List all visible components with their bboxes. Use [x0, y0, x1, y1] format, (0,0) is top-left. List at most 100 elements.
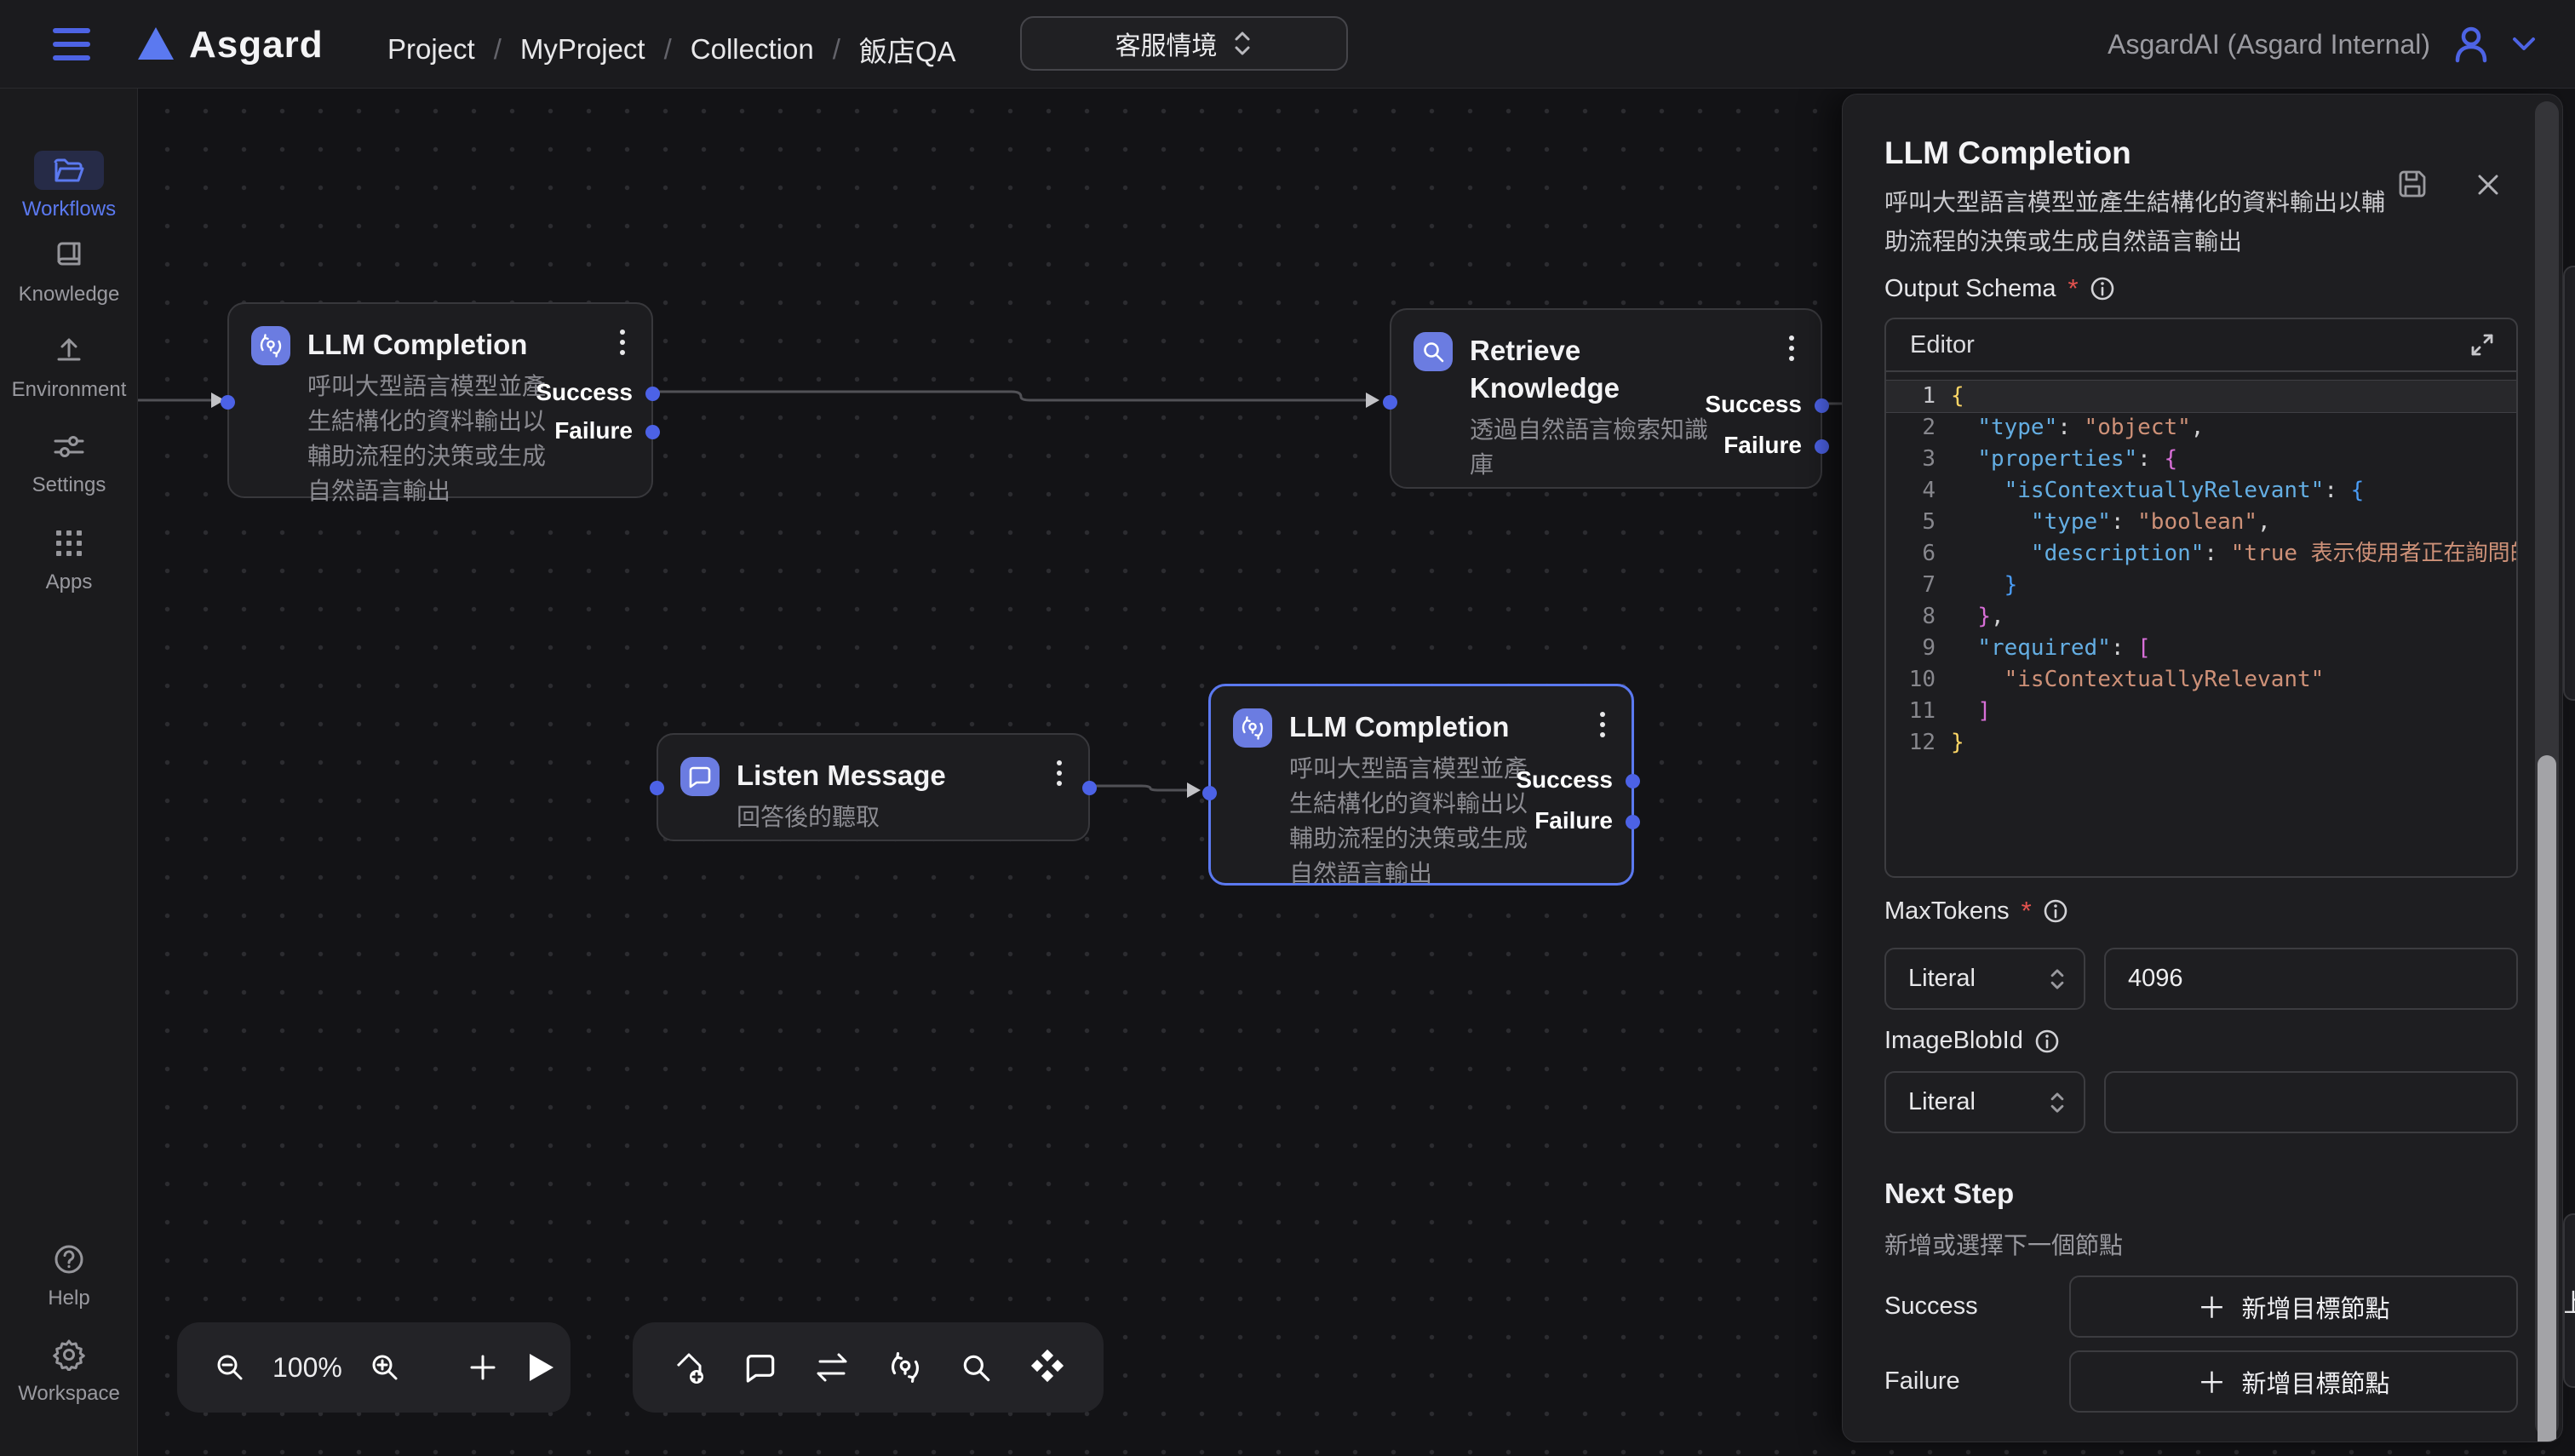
code-line[interactable]: 12}: [1886, 727, 2516, 759]
max-tokens-input[interactable]: [2104, 948, 2518, 1010]
output-label-failure: Failure: [1534, 807, 1613, 834]
code-line[interactable]: 9 "required": [: [1886, 633, 2516, 664]
sidebar-item-workspace[interactable]: Workspace: [0, 1335, 138, 1406]
left-sidebar: Workflows Knowledge Environment Settings…: [0, 89, 138, 1456]
editor-label: Editor: [1910, 331, 2469, 359]
schema-editor[interactable]: Editor 1{2 "type": "object",3 "propertie…: [1884, 318, 2518, 878]
node-description: 透過自然語言檢索知識庫: [1470, 412, 1725, 482]
sidebar-item-workflows[interactable]: Workflows: [0, 151, 138, 221]
input-port[interactable]: [1202, 786, 1217, 800]
node-retrieve-knowledge[interactable]: Retrieve Knowledge 透過自然語言檢索知識庫 Success F…: [1390, 308, 1822, 489]
integrations-node-icon[interactable]: [1029, 1349, 1066, 1386]
output-label-failure: Failure: [554, 417, 633, 444]
zoom-in-icon[interactable]: [368, 1350, 402, 1384]
image-blob-mode-select[interactable]: Literal: [1884, 1071, 2085, 1133]
code-line[interactable]: 4 "isContextuallyRelevant": {: [1886, 475, 2516, 507]
image-blob-id-label: ImageBlobId: [1884, 1027, 2061, 1055]
message-node-icon[interactable]: [743, 1350, 777, 1384]
retrieve-node-icon[interactable]: [959, 1350, 993, 1384]
node-llm-completion-2-selected[interactable]: LLM Completion 呼叫大型語言模型並產生結構化的資料輸出以輔助流程的…: [1208, 684, 1634, 886]
code-line[interactable]: 6 "description": "true 表示使用者正在詢問的: [1886, 538, 2516, 570]
hamburger-menu-icon[interactable]: [53, 28, 90, 60]
output-port[interactable]: [1082, 781, 1097, 795]
zoom-out-icon[interactable]: [213, 1350, 247, 1384]
code-line[interactable]: 8 },: [1886, 601, 2516, 633]
info-icon[interactable]: [2042, 897, 2069, 925]
breadcrumb-myproject[interactable]: MyProject: [520, 33, 645, 66]
output-port-failure[interactable]: [645, 425, 660, 439]
environment-selector[interactable]: 客服情境: [1020, 16, 1348, 71]
node-llm-completion-1[interactable]: LLM Completion 呼叫大型語言模型並產生結構化的資料輸出以輔助流程的…: [227, 302, 653, 498]
output-port-success[interactable]: [1626, 774, 1640, 788]
folder-icon: [53, 156, 85, 185]
input-port[interactable]: [221, 395, 235, 410]
output-label-success: Success: [1705, 391, 1802, 418]
info-icon[interactable]: [2089, 275, 2116, 302]
plus-icon: ＋: [2197, 1360, 2226, 1402]
code-area[interactable]: 1{2 "type": "object",3 "properties": {4 …: [1886, 372, 2516, 878]
breadcrumb-project[interactable]: Project: [387, 33, 475, 66]
code-line[interactable]: 3 "properties": {: [1886, 444, 2516, 475]
add-start-node-icon[interactable]: [670, 1349, 708, 1386]
user-icon: [2452, 25, 2490, 64]
sidebar-item-environment[interactable]: Environment: [0, 331, 138, 402]
llm-icon: [257, 332, 284, 359]
code-line[interactable]: 10 "isContextuallyRelevant": [1886, 664, 2516, 696]
run-workflow-icon[interactable]: [525, 1350, 555, 1384]
node-menu-icon[interactable]: [1788, 335, 1795, 361]
sidebar-item-knowledge[interactable]: Knowledge: [0, 236, 138, 307]
edge-llm1-to-retrieve: [653, 392, 1366, 400]
input-port[interactable]: [1383, 395, 1397, 410]
output-port-success[interactable]: [645, 387, 660, 401]
next-step-success-label: Success: [1884, 1293, 1978, 1321]
code-line[interactable]: 7 }: [1886, 570, 2516, 601]
sidebar-item-help[interactable]: Help: [0, 1240, 138, 1310]
output-port-failure[interactable]: [1626, 815, 1640, 829]
output-port-success[interactable]: [1815, 398, 1829, 413]
add-target-node-success-button[interactable]: ＋ 新增目標節點: [2069, 1275, 2518, 1338]
llm-node-icon[interactable]: [887, 1350, 923, 1385]
node-description: 呼叫大型語言模型並產生結構化的資料輸出以輔助流程的決策或生成自然語言輸出: [307, 369, 559, 508]
breadcrumb-workflow-name[interactable]: 飯店QA: [859, 29, 956, 70]
upload-icon: [54, 335, 84, 366]
search-icon: [1420, 339, 1446, 364]
chevron-updown-icon: [2048, 1090, 2067, 1115]
account-name: AsgardAI (Asgard Internal): [2108, 29, 2430, 60]
info-icon[interactable]: [2033, 1028, 2061, 1055]
code-line[interactable]: 11 ]: [1886, 696, 2516, 727]
sidebar-item-apps[interactable]: Apps: [0, 524, 138, 594]
zoom-level[interactable]: 100%: [272, 1352, 342, 1384]
output-label-failure: Failure: [1723, 432, 1802, 459]
node-listen-message[interactable]: Listen Message 回答後的聽取: [657, 733, 1090, 841]
add-icon[interactable]: [467, 1351, 499, 1384]
add-target-node-failure-button[interactable]: ＋ 新增目標節點: [2069, 1350, 2518, 1413]
account-menu[interactable]: AsgardAI (Asgard Internal): [2108, 0, 2536, 89]
zoom-toolbar: 100%: [177, 1322, 571, 1413]
close-icon[interactable]: [2475, 171, 2502, 198]
node-menu-icon[interactable]: [619, 330, 626, 355]
code-line[interactable]: 1{: [1886, 381, 2516, 412]
arrowhead: [1366, 393, 1379, 408]
node-title: LLM Completion: [1289, 708, 1541, 746]
input-port[interactable]: [650, 781, 664, 795]
breadcrumb: Project/ MyProject/ Collection/ 飯店QA: [387, 29, 956, 70]
breadcrumb-collection[interactable]: Collection: [691, 33, 814, 66]
clipped-edge-panel-fragment: [2563, 266, 2575, 701]
swap-node-icon[interactable]: [813, 1350, 851, 1384]
apps-grid-icon: [54, 529, 83, 558]
node-menu-icon[interactable]: [1599, 712, 1606, 737]
panel-title: LLM Completion: [1884, 135, 2131, 171]
node-properties-panel: LLM Completion 呼叫大型語言模型並產生結構化的資料輸出以輔助流程的…: [1842, 94, 2563, 1442]
panel-scrollbar-thumb[interactable]: [2538, 755, 2556, 1442]
code-line[interactable]: 5 "type": "boolean",: [1886, 507, 2516, 538]
node-description: 呼叫大型語言模型並產生結構化的資料輸出以輔助流程的決策或生成自然語言輸出: [1289, 751, 1541, 891]
max-tokens-mode-select[interactable]: Literal: [1884, 948, 2085, 1010]
output-port-failure[interactable]: [1815, 439, 1829, 454]
save-icon[interactable]: [2396, 168, 2429, 200]
image-blob-input[interactable]: [2104, 1071, 2518, 1133]
sidebar-label: Knowledge: [19, 283, 120, 307]
expand-icon[interactable]: [2469, 331, 2496, 358]
code-line[interactable]: 2 "type": "object",: [1886, 412, 2516, 444]
node-menu-icon[interactable]: [1056, 760, 1063, 786]
sidebar-item-settings[interactable]: Settings: [0, 427, 138, 497]
